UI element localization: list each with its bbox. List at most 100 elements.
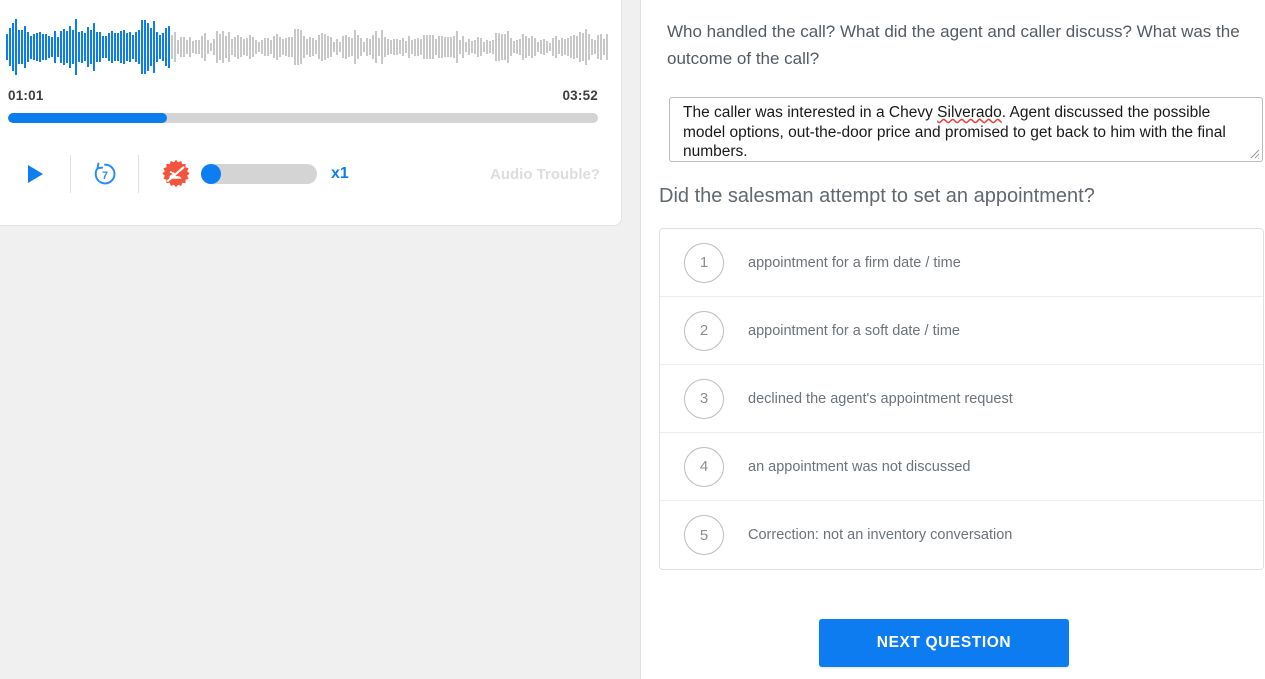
option-row[interactable]: 2 appointment for a soft date / time	[660, 297, 1263, 365]
waveform-bar	[468, 38, 470, 56]
speed-slider-thumb[interactable]	[201, 164, 221, 184]
waveform-bar	[450, 37, 452, 57]
play-triangle-icon	[27, 165, 43, 183]
waveform-bar	[165, 28, 167, 66]
waveform-bar	[489, 40, 491, 53]
waveform-bar	[444, 36, 446, 58]
waveform-bar	[579, 31, 581, 63]
waveform-bar	[465, 41, 467, 53]
waveform-bar	[423, 34, 425, 60]
waveform-bar	[594, 39, 596, 55]
waveform-bar	[537, 41, 539, 53]
option-row[interactable]: 1 appointment for a firm date / time	[660, 229, 1263, 297]
question-one-answer-input[interactable]: The caller was interested in a Chevy Sil…	[669, 97, 1263, 162]
waveform-bar	[33, 34, 35, 60]
waveform-bar	[393, 39, 395, 55]
waveform-bar	[441, 36, 443, 58]
rewind-7-button[interactable]: 7	[71, 160, 138, 188]
waveform-bar	[330, 36, 332, 58]
waveform-bar	[15, 18, 17, 76]
waveform-bar	[384, 36, 386, 58]
waveform-bar	[27, 31, 29, 63]
waveform-bar	[90, 30, 92, 64]
answer-misspelled-word: Silverado	[937, 104, 1002, 121]
waveform-bar	[402, 37, 404, 57]
waveform-bar	[81, 31, 83, 63]
option-label: appointment for a firm date / time	[748, 254, 961, 271]
question-one-prompt: Who handled the call? What did the agent…	[667, 22, 1240, 68]
waveform-bar	[327, 35, 329, 59]
audio-trouble-link[interactable]: Audio Trouble?	[490, 166, 600, 183]
rewind-circle-icon: 7	[94, 162, 115, 185]
waveform-bar	[51, 36, 53, 58]
waveform-bar	[288, 37, 290, 57]
waveform-bar	[54, 30, 56, 64]
option-row[interactable]: 5 Correction: not an inventory conversati…	[660, 501, 1263, 569]
play-button[interactable]	[0, 165, 70, 183]
waveform-bar	[255, 40, 257, 54]
time-row: 01:01 03:52	[8, 88, 598, 103]
waveform-bar	[339, 41, 341, 53]
waveform-bar	[375, 30, 377, 64]
waveform-bar	[363, 41, 365, 53]
waveform-bar	[234, 37, 236, 57]
waveform-bar	[453, 35, 455, 59]
waveform-bar	[279, 37, 281, 57]
waveform-bar	[495, 32, 497, 62]
waveform-bar	[108, 32, 110, 62]
total-time-label: 03:52	[562, 88, 598, 103]
option-number-badge: 4	[684, 446, 724, 487]
player-controls: 7 x1 Audio Trouble?	[0, 146, 622, 202]
waveform-bar	[480, 37, 482, 57]
waveform-bar	[606, 33, 608, 61]
waveform-bar	[600, 34, 602, 60]
waveform-bar	[411, 39, 413, 55]
option-row[interactable]: 3 declined the agent's appointment reques…	[660, 365, 1263, 433]
waveform-bar	[306, 39, 308, 55]
waveform-bar	[213, 39, 215, 55]
audio-waveform[interactable]	[6, 16, 610, 78]
playback-speed-slider[interactable]	[201, 164, 317, 184]
waveform-bar	[177, 39, 179, 55]
waveform-bar	[573, 34, 575, 60]
waveform-bar	[597, 34, 599, 60]
waveform-bar	[309, 36, 311, 58]
waveform-bar	[261, 40, 263, 54]
waveform-bar	[141, 20, 143, 74]
waveform-bar	[24, 25, 26, 69]
waveform-bar	[189, 37, 191, 57]
waveform-bar	[354, 30, 356, 64]
waveform-bar	[558, 39, 560, 55]
waveform-bar	[294, 29, 296, 65]
waveform-bar	[318, 35, 320, 59]
waveform-bar	[282, 38, 284, 56]
waveform-bar	[438, 36, 440, 58]
waveform-bar	[603, 39, 605, 55]
waveform-bar	[576, 35, 578, 59]
waveform-bar	[153, 20, 155, 74]
waveform-bar	[429, 34, 431, 60]
waveform-bar	[249, 35, 251, 59]
waveform-bar	[267, 38, 269, 56]
waveform-bar	[171, 34, 173, 60]
waveform-bar	[414, 38, 416, 56]
waveform-bar	[351, 38, 353, 56]
current-time-label: 01:01	[8, 88, 44, 103]
option-number-badge: 3	[684, 378, 724, 419]
next-question-button[interactable]: NEXT QUESTION	[819, 619, 1069, 667]
waveform-bar	[246, 38, 248, 56]
call-review-app: 01:01 03:52 7 x1 Audio Trouble? Who hand…	[0, 0, 1265, 679]
resize-grip-icon[interactable]	[1248, 147, 1260, 159]
option-row[interactable]: 4 an appointment was not discussed	[660, 433, 1263, 501]
waveform-bar	[132, 35, 134, 59]
waveform-bar	[333, 41, 335, 53]
waveform-bar	[186, 39, 188, 55]
waveform-bar	[69, 25, 71, 69]
progress-bar-fill	[8, 113, 168, 123]
waveform-bar	[522, 34, 524, 60]
waveform-bar	[381, 29, 383, 65]
progress-bar[interactable]	[8, 113, 598, 123]
waveform-bar	[111, 31, 113, 63]
waveform-bar	[582, 32, 584, 62]
no-running-shoe-icon[interactable]	[161, 159, 191, 189]
